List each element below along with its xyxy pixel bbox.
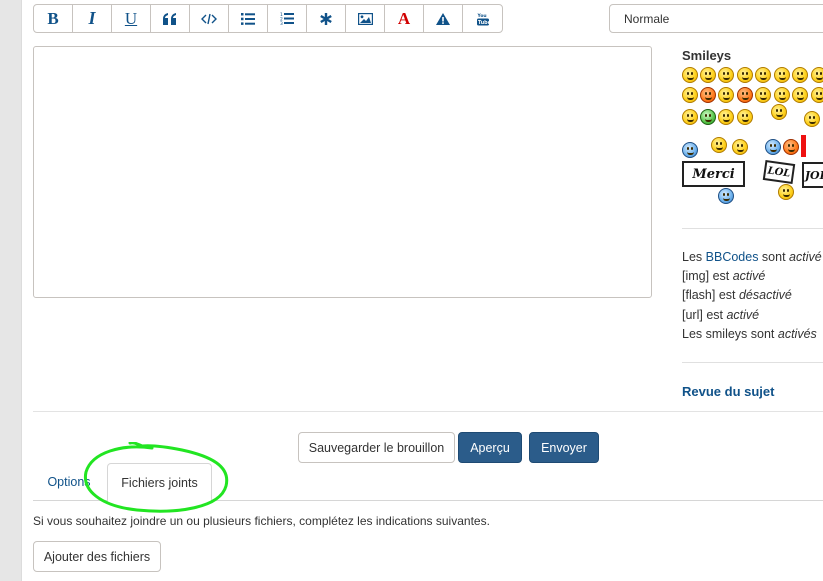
smiley-icon[interactable]: [711, 137, 727, 153]
left-panel-edge: [0, 0, 22, 581]
ordered-list-button[interactable]: 123: [268, 5, 307, 32]
color-button[interactable]: A: [385, 5, 424, 32]
smiley-icon[interactable]: [682, 142, 698, 158]
smiley-icon[interactable]: [718, 109, 734, 125]
smiley-icon[interactable]: [737, 109, 753, 125]
smiley-icon[interactable]: [718, 67, 734, 83]
smiley-icon[interactable]: [755, 87, 771, 103]
add-files-button[interactable]: Ajouter des fichiers: [33, 541, 161, 572]
smiley-icon[interactable]: [737, 87, 753, 103]
smiley-icon[interactable]: [783, 139, 799, 155]
image-button[interactable]: [346, 5, 385, 32]
topic-review-link[interactable]: Revue du sujet: [682, 384, 774, 399]
smiley-icon[interactable]: [700, 87, 716, 103]
smiley-icon[interactable]: [774, 87, 790, 103]
smiley-icon[interactable]: [700, 67, 716, 83]
img-status-line: [img] est activé: [682, 269, 766, 284]
italic-button[interactable]: I: [73, 5, 112, 32]
jok-sign[interactable]: JOK: [802, 162, 823, 188]
smiley-icon[interactable]: [755, 67, 771, 83]
tab-attachments[interactable]: Fichiers joints: [107, 463, 212, 502]
youtube-button[interactable]: YouTube: [463, 5, 502, 32]
bold-button[interactable]: B: [34, 5, 73, 32]
submit-button[interactable]: Envoyer: [529, 432, 599, 463]
svg-text:3: 3: [280, 21, 283, 25]
smiley-icon[interactable]: [765, 139, 781, 155]
quote-button[interactable]: [151, 5, 190, 32]
url-status-line: [url] est activé: [682, 307, 760, 322]
options-tabs: Options Fichiers joints: [33, 463, 823, 502]
smiley-icon[interactable]: [682, 87, 698, 103]
quote-icon: [163, 12, 176, 25]
warning-icon: [436, 12, 450, 25]
save-draft-button[interactable]: Sauvegarder le brouillon: [298, 432, 455, 463]
smiley-icon[interactable]: [774, 67, 790, 83]
smiley-icon: [718, 188, 734, 204]
code-button[interactable]: [190, 5, 229, 32]
red-bar-icon: [801, 135, 806, 157]
tab-options[interactable]: Options: [33, 463, 105, 501]
post-options-info: Les BBCodes sont activé [img] est activé…: [682, 248, 822, 344]
smileys-status-line: Les smileys sont activés: [682, 326, 817, 341]
code-icon: [201, 13, 217, 24]
image-icon: [357, 12, 373, 25]
smiley-icon[interactable]: [792, 87, 808, 103]
smiley-icon[interactable]: [682, 67, 698, 83]
svg-text:Tube: Tube: [478, 20, 489, 26]
attachments-help-text: Si vous souhaitez joindre un ou plusieur…: [33, 514, 490, 528]
message-textarea[interactable]: [33, 46, 652, 298]
smiley-icon[interactable]: [682, 109, 698, 125]
smiley-icon[interactable]: [771, 104, 787, 120]
bbcode-link[interactable]: BBCodes: [706, 250, 759, 264]
merci-sign[interactable]: Merci: [682, 161, 745, 187]
smiley-icon[interactable]: [804, 111, 820, 127]
preview-button[interactable]: Aperçu: [458, 432, 522, 463]
sidebar-divider: [682, 362, 823, 363]
form-divider: [33, 411, 823, 412]
smiley-icon[interactable]: [811, 87, 823, 103]
bbcode-toolbar: B I U 123 A YouTube: [33, 4, 503, 33]
list-icon: [241, 12, 255, 25]
svg-text:You: You: [477, 13, 487, 19]
list-item-button[interactable]: [307, 5, 346, 32]
youtube-icon: YouTube: [476, 13, 489, 26]
list-button[interactable]: [229, 5, 268, 32]
smiley-icon[interactable]: [700, 109, 716, 125]
smiley-icon[interactable]: [737, 67, 753, 83]
underline-button[interactable]: U: [112, 5, 151, 32]
smiley-icon[interactable]: [811, 67, 823, 83]
smiley-icon[interactable]: [718, 87, 734, 103]
lol-sign[interactable]: LOL: [762, 160, 796, 184]
bbcode-status-line: Les BBCodes sont activé: [682, 250, 822, 264]
ordered-list-icon: 123: [280, 12, 294, 25]
smiley-icon: [778, 184, 794, 200]
font-size-select[interactable]: Normale: [609, 4, 823, 33]
smileys-title: Smileys: [682, 48, 732, 63]
flash-status-line: [flash] est désactivé: [682, 288, 792, 303]
sidebar-divider: [682, 228, 823, 229]
smiley-icon[interactable]: [792, 67, 808, 83]
smiley-icon[interactable]: [732, 139, 748, 155]
asterisk-icon: [320, 12, 332, 25]
warning-button[interactable]: [424, 5, 463, 32]
